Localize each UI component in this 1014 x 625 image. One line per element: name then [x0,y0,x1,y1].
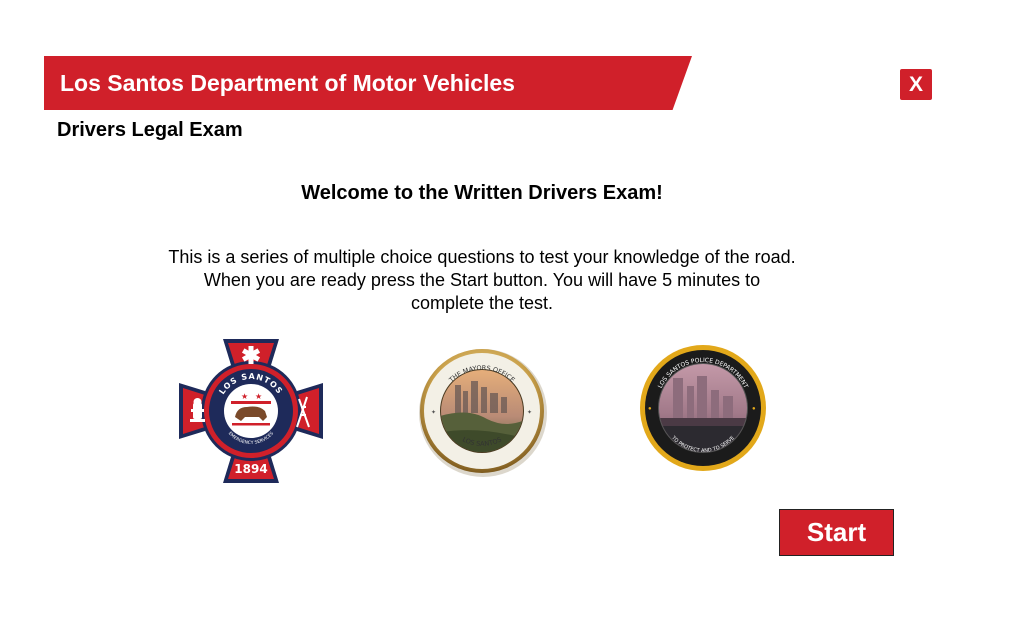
svg-text:✦: ✦ [527,409,532,416]
header-banner: Los Santos Department of Motor Vehicles [44,56,692,110]
intro-line-1: This is a series of multiple choice ques… [168,247,796,267]
mayors-office-seal-icon: THE MAYORS OFFICE LOS SANTOS ✦ ✦ [417,347,549,479]
svg-text:★: ★ [255,392,262,401]
svg-text:★: ★ [241,392,248,401]
start-button[interactable]: Start [779,509,894,556]
close-button[interactable]: X [900,69,932,100]
fire-department-badge-icon: LOS SANTOS EMERGENCY SERVICES ★ ★ 1894 [175,335,327,487]
welcome-heading: Welcome to the Written Drivers Exam! [301,182,663,204]
intro-line-3: complete the test. [410,293,554,313]
police-department-seal-icon: LOS SANTOS POLICE DEPARTMENT TO PROTECT … [639,344,767,472]
fire-badge-year: 1894 [234,462,267,476]
page-title: Los Santos Department of Motor Vehicles [60,70,515,96]
exam-subtitle: Drivers Legal Exam [57,119,243,141]
dmv-exam-window: Los Santos Department of Motor Vehicles … [0,0,1014,625]
svg-text:●: ● [648,406,652,412]
svg-text:●: ● [752,406,756,412]
intro-text: This is a series of multiple choice ques… [120,246,844,315]
intro-line-2: When you are ready press the Start butto… [203,270,761,290]
svg-text:✦: ✦ [431,409,436,416]
